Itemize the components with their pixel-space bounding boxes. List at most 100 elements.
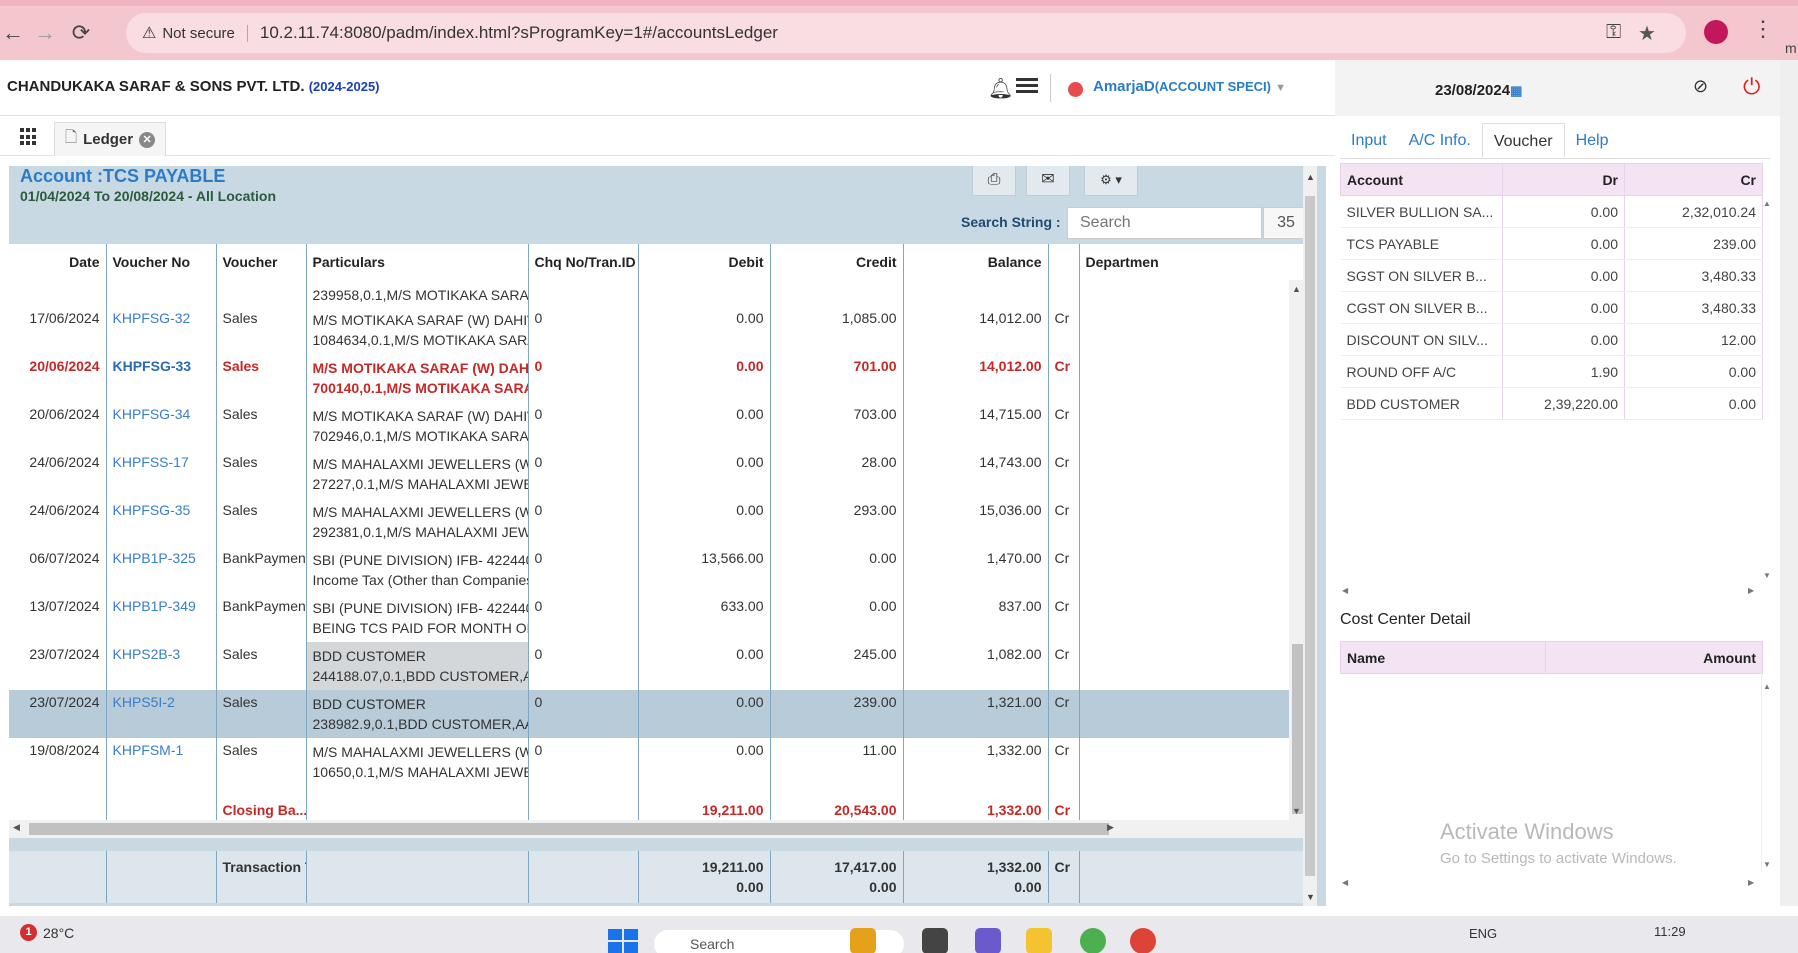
user-menu[interactable]: AmarjaD(ACCOUNT SPECI) ▼ [1093,78,1286,95]
col-dr[interactable]: Dr [1502,163,1625,196]
row-voucher-no[interactable]: KHPB1P-349 [106,594,217,642]
voucher-row[interactable]: TCS PAYABLE 0.00 239.00 [1340,227,1763,260]
scroll-up-icon[interactable]: ▲ [1763,199,1771,208]
url-text[interactable]: 10.2.11.74:8080/padm/index.html?sProgram… [260,23,778,43]
scroll-right-icon[interactable]: ▶ [1748,878,1754,887]
cost-center-horizontal-scrollbar[interactable]: ◀ ▶ [1340,876,1762,892]
bell-icon[interactable]: 🔔︎ [988,76,1013,101]
apps-grid-icon[interactable] [20,128,38,146]
tab-voucher[interactable]: Voucher [1481,123,1565,158]
teams-app-icon[interactable] [975,928,1001,953]
table-row[interactable]: 239958,0.1,M/S MOTIKAKA SARAF (W [9,280,1289,306]
store-app-icon[interactable] [850,928,876,953]
power-icon[interactable]: ⏻ [1743,74,1760,100]
voucher-link[interactable]: KHPB1P-325 [113,550,196,566]
browser-app-icon[interactable] [1080,928,1106,953]
table-row-selected[interactable]: 23/07/2024 KHPS5I-2 Sales BDD CUSTOMER 23… [9,690,1289,738]
voucher-row[interactable]: SILVER BULLION SA... 0.00 2,32,010.24 [1340,195,1763,228]
col-date[interactable]: Date [9,244,107,280]
table-row[interactable]: 17/06/2024 KHPFSG-32 Sales M/S MOTIKAKA … [9,306,1289,354]
voucher-row[interactable]: CGST ON SILVER B... 0.00 3,480.33 [1340,291,1763,324]
voucher-row[interactable]: DISCOUNT ON SILV... 0.00 12.00 [1340,323,1763,356]
voucher-horizontal-scrollbar[interactable]: ◀ ▶ [1340,584,1762,600]
back-arrow-icon[interactable]: ← [0,20,26,46]
col-particulars[interactable]: Particulars [306,244,529,280]
scroll-right-icon[interactable]: ▶ [1107,822,1114,833]
browser-menu-icon[interactable]: ⋮ [1752,16,1774,42]
scroll-thumb[interactable] [1292,644,1303,814]
voucher-link[interactable]: KHPFSG-32 [113,310,191,326]
col-amount[interactable]: Amount [1545,641,1763,674]
col-account[interactable]: Account [1340,163,1503,196]
row-voucher-no[interactable]: KHPFSG-35 [106,498,217,546]
tab-input[interactable]: Input [1340,123,1398,158]
language-indicator[interactable]: ENG [1469,926,1497,941]
not-secure-label[interactable]: Not secure [162,24,248,42]
scroll-down-icon[interactable]: ▼ [1763,571,1771,580]
profile-avatar-icon[interactable] [1704,20,1728,44]
current-date[interactable]: 23/08/2024▦ [1435,82,1522,99]
tab-help[interactable]: Help [1565,123,1620,158]
table-row[interactable]: 24/06/2024 KHPFSS-17 Sales M/S MAHALAXMI… [9,450,1289,498]
table-row[interactable]: 20/06/2024 KHPFSG-34 Sales M/S MOTIKAKA … [9,402,1289,450]
voucher-link[interactable]: KHPFSG-33 [113,358,192,374]
table-row[interactable]: 24/06/2024 KHPFSG-35 Sales M/S MAHALAXMI… [9,498,1289,546]
col-chq-no[interactable]: Chq No/Tran.ID [528,244,639,280]
voucher-link[interactable]: KHPB1P-349 [113,598,196,614]
col-voucher[interactable]: Voucher [216,244,307,280]
table-row[interactable]: 13/07/2024 KHPB1P-349 BankPayment SBI (P… [9,594,1289,642]
row-voucher-no[interactable]: KHPFSS-17 [106,450,217,498]
col-credit[interactable]: Credit [770,244,904,280]
col-debit[interactable]: Debit [638,244,771,280]
tab-ledger[interactable]: 🗋︎ Ledger ✕ [54,122,167,156]
windows-start-icon[interactable] [608,929,638,953]
table-row[interactable]: 20/06/2024 KHPFSG-33 Sales M/S MOTIKAKA … [9,354,1289,402]
clock[interactable]: 11:29 [1654,924,1686,939]
forward-arrow-icon[interactable]: → [32,20,58,46]
voucher-link[interactable]: KHPS5I-2 [113,694,175,710]
scroll-left-icon[interactable]: ◀ [1342,878,1348,887]
taskview-icon[interactable] [922,928,948,953]
col-crdr[interactable] [1048,244,1080,280]
col-department[interactable]: Departmen [1079,244,1307,280]
scroll-up-icon[interactable]: ▲ [1306,172,1315,182]
voucher-link[interactable]: KHPFSM-1 [113,742,184,758]
table-row[interactable]: 23/07/2024 KHPS2B-3 Sales BDD CUSTOMER 24… [9,642,1289,690]
scroll-up-icon[interactable]: ▲ [1763,682,1771,691]
voucher-link[interactable]: KHPFSG-35 [113,502,191,518]
table-row[interactable]: 19/08/2024 KHPFSM-1 Sales M/S MAHALAXMI … [9,738,1289,786]
table-horizontal-scrollbar[interactable]: ◀ ▶ [9,820,1306,838]
scroll-down-icon[interactable]: ▼ [1763,860,1771,869]
col-cr[interactable]: Cr [1624,163,1763,196]
scroll-thumb[interactable] [1305,196,1315,876]
row-voucher-no[interactable]: KHPFSG-33 [106,354,217,402]
voucher-link[interactable]: KHPFSG-34 [113,406,191,422]
cost-center-vertical-scrollbar[interactable]: ▲ ▼ [1762,676,1772,876]
col-voucher-no[interactable]: Voucher No [106,244,217,280]
scroll-down-icon[interactable]: ▼ [1306,892,1315,902]
scroll-down-icon[interactable]: ▼ [1292,806,1301,816]
voucher-link[interactable]: KHPFSS-17 [113,454,189,470]
scroll-left-icon[interactable]: ◀ [13,822,20,833]
close-tab-icon[interactable]: ✕ [139,131,156,148]
email-icon[interactable]: ✉ [1026,166,1070,196]
voucher-row[interactable]: BDD CUSTOMER 2,39,220.00 0.00 [1340,387,1763,420]
chrome-app-icon[interactable] [1130,928,1156,953]
print-icon[interactable]: ⎙ [972,166,1016,196]
scroll-right-icon[interactable]: ▶ [1748,586,1754,595]
list-menu-icon[interactable] [1016,78,1038,96]
table-row[interactable]: 06/07/2024 KHPB1P-325 BankPayment SBI (P… [9,546,1289,594]
col-name[interactable]: Name [1340,641,1546,674]
voucher-row[interactable]: SGST ON SILVER B... 0.00 3,480.33 [1340,259,1763,292]
row-voucher-no[interactable]: KHPFSG-32 [106,306,217,354]
weather-widget[interactable]: 28°C [43,925,74,941]
search-input[interactable] [1067,207,1262,239]
address-bar[interactable]: ⚠ Not secure 10.2.11.74:8080/padm/index.… [126,13,1686,53]
tab-ac-info[interactable]: A/C Info. [1398,123,1482,158]
row-voucher-no[interactable]: KHPFSG-34 [106,402,217,450]
calendar-icon[interactable]: ▦ [1510,83,1522,98]
settings-gear-icon[interactable]: ⚙ ▾ [1084,166,1138,196]
scroll-up-icon[interactable]: ▲ [1292,284,1301,294]
scroll-thumb[interactable] [29,823,1109,835]
file-explorer-icon[interactable] [1026,928,1052,953]
